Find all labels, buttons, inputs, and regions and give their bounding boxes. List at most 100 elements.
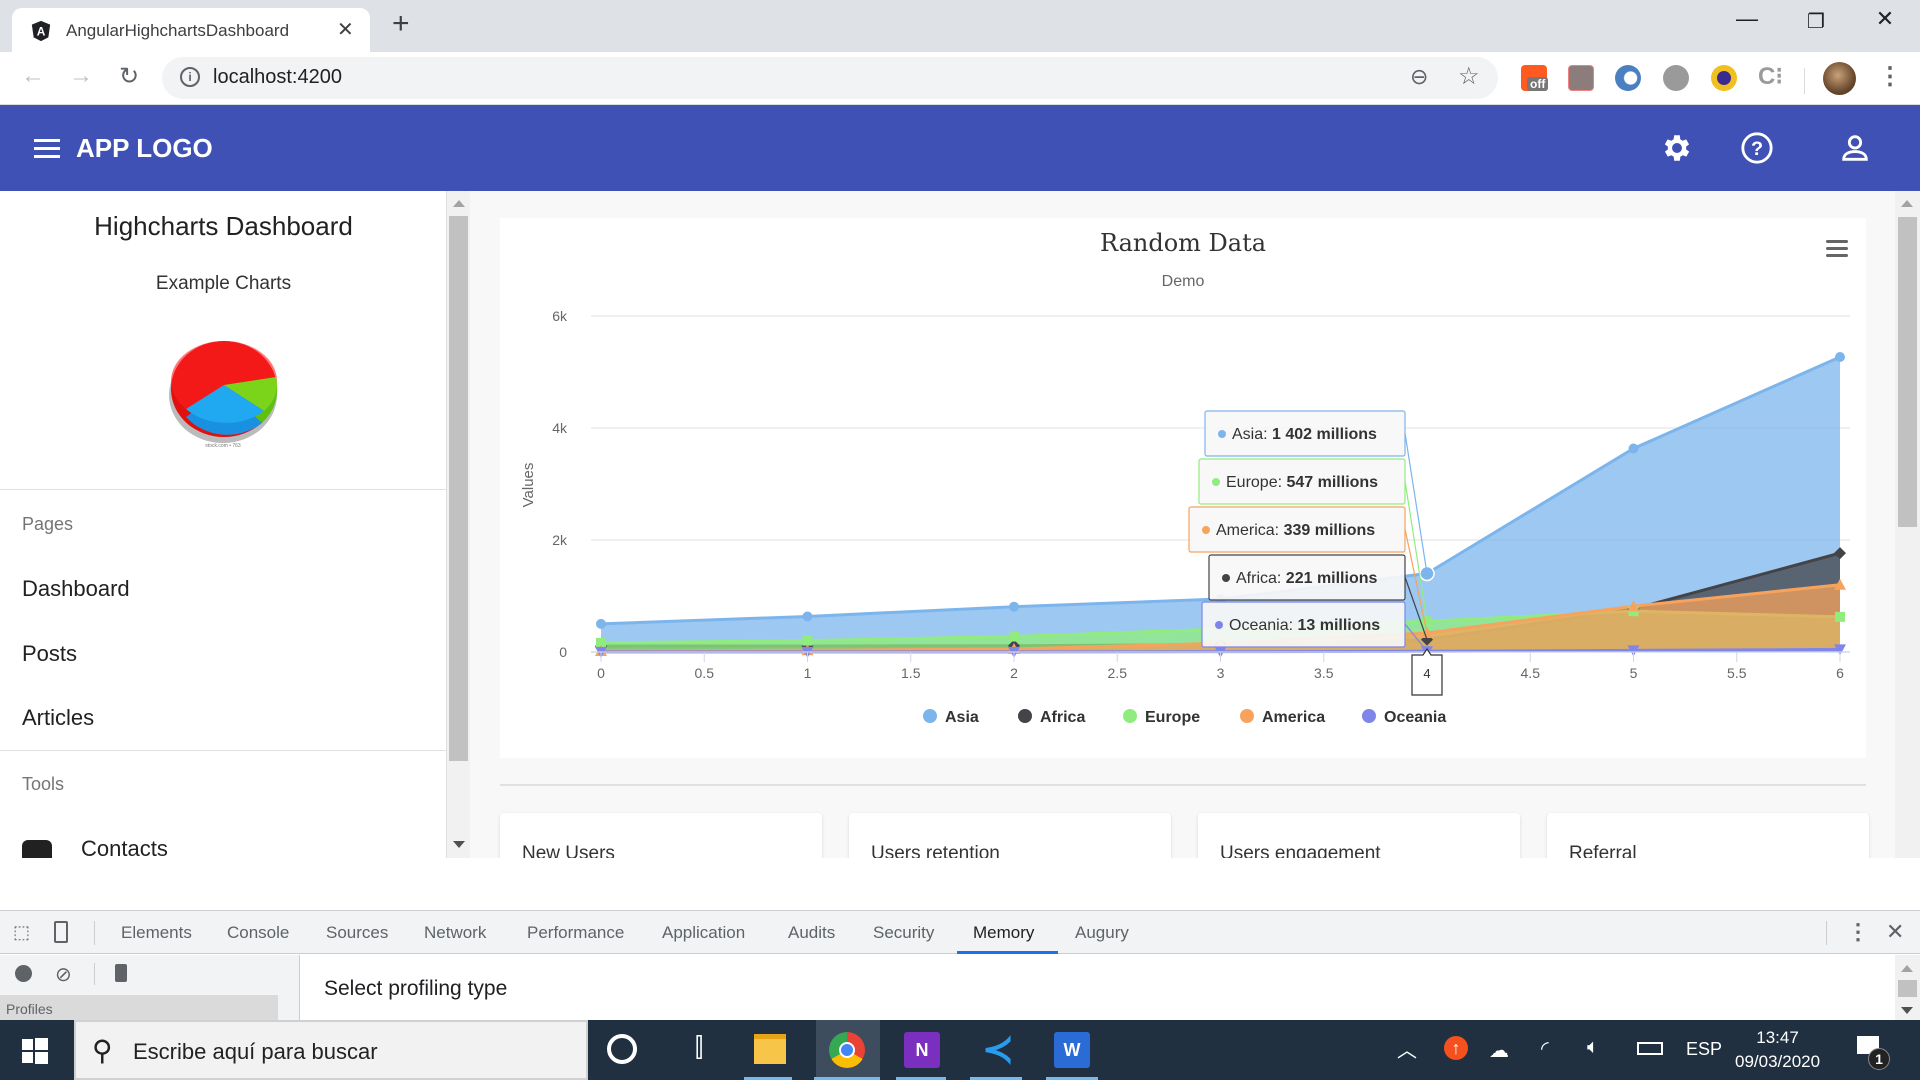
devtools-scrollbar[interactable] <box>1895 955 1920 1021</box>
update-arrow-icon[interactable]: ↑ <box>1444 1036 1468 1060</box>
battery-icon[interactable] <box>1637 1042 1663 1055</box>
data-point-europe[interactable] <box>1835 611 1845 622</box>
account-icon[interactable] <box>1838 131 1872 165</box>
forward-button[interactable]: → <box>66 62 96 90</box>
app-logo[interactable]: APP LOGO <box>76 133 213 164</box>
onedrive-sync-icon[interactable]: ☁ <box>1489 1038 1509 1063</box>
devtools-tab-elements[interactable]: Elements <box>121 923 192 943</box>
clear-all-icon[interactable]: ⊘ <box>55 962 72 987</box>
stat-card[interactable]: Referral <box>1547 813 1869 858</box>
sidebar-item-articles[interactable]: Articles <box>22 705 94 731</box>
devtools-scroll-thumb[interactable] <box>1898 980 1917 997</box>
data-point-europe[interactable] <box>1009 631 1019 642</box>
c-dots-extension-icon[interactable]: C⁝ <box>1758 62 1784 90</box>
devtools-tab-application[interactable]: Application <box>662 923 745 943</box>
scroll-down-arrow-icon[interactable] <box>453 841 465 848</box>
sidebar-scroll-thumb[interactable] <box>449 216 468 761</box>
help-icon[interactable]: ? <box>1740 131 1774 165</box>
sidebar-item-contacts[interactable]: Contacts <box>22 836 442 858</box>
legend-item-asia[interactable]: Asia <box>923 709 979 726</box>
tomato-timer-extension-icon[interactable] <box>1663 65 1689 91</box>
show-hidden-icons-chevron-icon[interactable]: ︿ <box>1397 1034 1417 1063</box>
main-scroll-thumb[interactable] <box>1898 217 1917 527</box>
stat-card[interactable]: New Users <box>500 813 822 858</box>
windows-start-icon[interactable] <box>22 1038 48 1064</box>
legend-item-europe[interactable]: Europe <box>1123 709 1200 726</box>
reload-button[interactable]: ↻ <box>114 62 144 91</box>
minimize-button[interactable]: — <box>1727 6 1767 32</box>
pdf-extension-icon[interactable] <box>1568 65 1594 91</box>
data-point-asia[interactable] <box>802 611 813 622</box>
language-indicator[interactable]: ESP <box>1686 1039 1722 1060</box>
zoom-out-icon[interactable]: ⊖ <box>1410 64 1428 90</box>
devtools-close-icon[interactable]: ✕ <box>1886 919 1904 945</box>
legend-item-oceania[interactable]: Oceania <box>1362 709 1446 726</box>
x-tick-label: 1 <box>804 665 812 681</box>
moon-extension-icon[interactable] <box>1711 65 1737 91</box>
record-icon[interactable] <box>15 965 32 982</box>
devtools-tab-sources[interactable]: Sources <box>326 923 388 943</box>
chrome-menu-icon[interactable]: ⋮ <box>1878 62 1902 91</box>
data-point-asia[interactable] <box>1835 351 1845 362</box>
browser-tab[interactable]: A AngularHighchartsDashboard ✕ <box>12 8 370 52</box>
y-tick-label: 2k <box>552 532 568 548</box>
file-explorer-icon[interactable] <box>754 1034 786 1064</box>
sidebar-item-dashboard[interactable]: Dashboard <box>22 576 130 602</box>
system-clock[interactable]: 13:47 09/03/2020 <box>1735 1026 1820 1074</box>
sidebar-item-posts[interactable]: Posts <box>22 641 77 667</box>
data-point-asia[interactable] <box>596 618 606 629</box>
devtools-tab-memory[interactable]: Memory <box>973 923 1034 943</box>
scroll-down-arrow-icon[interactable] <box>1901 1007 1913 1014</box>
coupon-extension-icon[interactable]: off <box>1521 65 1549 91</box>
profile-avatar[interactable] <box>1823 62 1856 95</box>
address-bar[interactable]: i localhost:4200 ⊖ ☆ <box>162 57 1498 99</box>
devtools-tab-network[interactable]: Network <box>424 923 486 943</box>
volume-icon[interactable]: 🔈︎ <box>1587 1036 1599 1059</box>
devtools-tab-console[interactable]: Console <box>227 923 289 943</box>
scroll-up-arrow-icon[interactable] <box>1901 200 1913 207</box>
devtools-menu-icon[interactable]: ⋮ <box>1847 919 1869 945</box>
stat-card[interactable]: Users engagement <box>1198 813 1520 858</box>
chrome-icon[interactable] <box>829 1032 865 1068</box>
pie-chart-logo-image: stock.com • 763 <box>169 341 278 449</box>
vscode-icon[interactable]: ≺ <box>980 1031 1016 1069</box>
restore-button[interactable]: ❐ <box>1796 9 1836 34</box>
back-button[interactable]: ← <box>18 62 48 90</box>
onenote-icon[interactable]: N <box>904 1032 940 1068</box>
cortana-icon[interactable] <box>607 1034 637 1064</box>
task-view-icon[interactable]: ⫿ <box>681 1032 717 1068</box>
settings-icon[interactable] <box>1660 131 1694 165</box>
wifi-icon[interactable]: ◜ <box>1541 1036 1549 1061</box>
devtools-tab-augury[interactable]: Augury <box>1075 923 1129 943</box>
devtools-tab-security[interactable]: Security <box>873 923 934 943</box>
bookmark-star-icon[interactable]: ☆ <box>1458 62 1480 91</box>
chart-export-menu-icon[interactable] <box>1826 240 1848 257</box>
window-close-button[interactable]: ✕ <box>1865 6 1905 32</box>
inspect-element-icon[interactable]: ⬚ <box>13 922 30 943</box>
blue-ring-extension-icon[interactable] <box>1615 65 1641 91</box>
device-toolbar-icon[interactable] <box>54 921 68 943</box>
tooltip-value: 13 millions <box>1297 617 1380 634</box>
word-icon[interactable]: W <box>1054 1032 1090 1068</box>
new-tab-button[interactable]: + <box>392 7 410 41</box>
devtools-tab-audits[interactable]: Audits <box>788 923 835 943</box>
hamburger-menu-icon[interactable] <box>34 139 60 159</box>
scroll-up-arrow-icon[interactable] <box>453 200 465 207</box>
legend-item-america[interactable]: America <box>1240 709 1325 726</box>
scroll-up-arrow-icon[interactable] <box>1901 965 1913 972</box>
main-scrollbar[interactable] <box>1895 191 1920 858</box>
devtools-tab-performance[interactable]: Performance <box>527 923 624 943</box>
site-info-icon[interactable]: i <box>180 67 200 87</box>
toolbar-divider <box>1826 921 1827 945</box>
garbage-collect-icon[interactable] <box>115 964 127 982</box>
data-point-europe[interactable] <box>802 635 813 646</box>
x-tick-label: 2 <box>1010 665 1018 681</box>
data-point-asia[interactable] <box>1628 443 1639 454</box>
data-point-asia[interactable] <box>1009 601 1019 612</box>
sidebar-scrollbar[interactable] <box>447 191 470 858</box>
url-text[interactable]: localhost:4200 <box>213 66 342 89</box>
stat-card[interactable]: Users retention <box>849 813 1171 858</box>
taskbar-search[interactable]: ⚲ Escribe aquí para buscar <box>74 1020 588 1080</box>
legend-item-africa[interactable]: Africa <box>1018 709 1085 726</box>
close-tab-icon[interactable]: ✕ <box>337 17 354 42</box>
